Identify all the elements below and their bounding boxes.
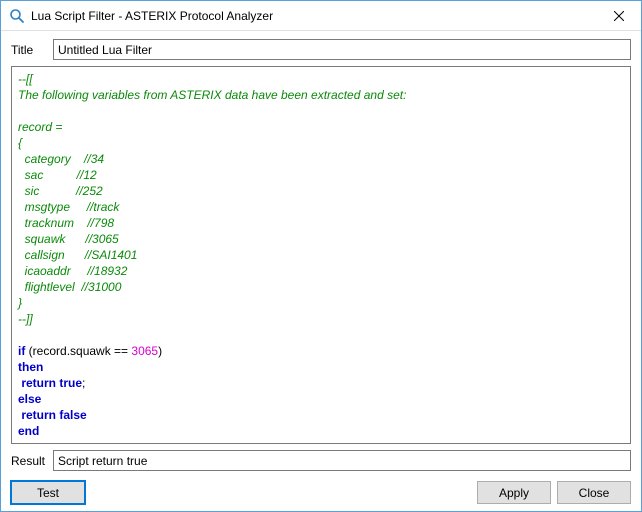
dialog-window: Lua Script Filter - ASTERIX Protocol Ana… <box>0 0 642 512</box>
window-title: Lua Script Filter - ASTERIX Protocol Ana… <box>31 9 597 23</box>
script-editor[interactable]: --[[The following variables from ASTERIX… <box>11 66 631 444</box>
result-label: Result <box>11 454 47 468</box>
test-button[interactable]: Test <box>11 481 85 504</box>
button-bar: Test Apply Close <box>11 477 631 504</box>
window-close-button[interactable] <box>597 1 641 31</box>
close-button[interactable]: Close <box>557 481 631 504</box>
titlebar: Lua Script Filter - ASTERIX Protocol Ana… <box>1 1 641 31</box>
title-label: Title <box>11 43 47 57</box>
magnifier-icon <box>9 8 25 24</box>
client-area: Title --[[The following variables from A… <box>1 31 641 512</box>
title-input[interactable] <box>53 39 631 60</box>
result-output[interactable] <box>53 450 631 471</box>
apply-button[interactable]: Apply <box>477 481 551 504</box>
title-row: Title <box>11 39 631 60</box>
result-row: Result <box>11 450 631 471</box>
close-icon <box>614 11 624 21</box>
